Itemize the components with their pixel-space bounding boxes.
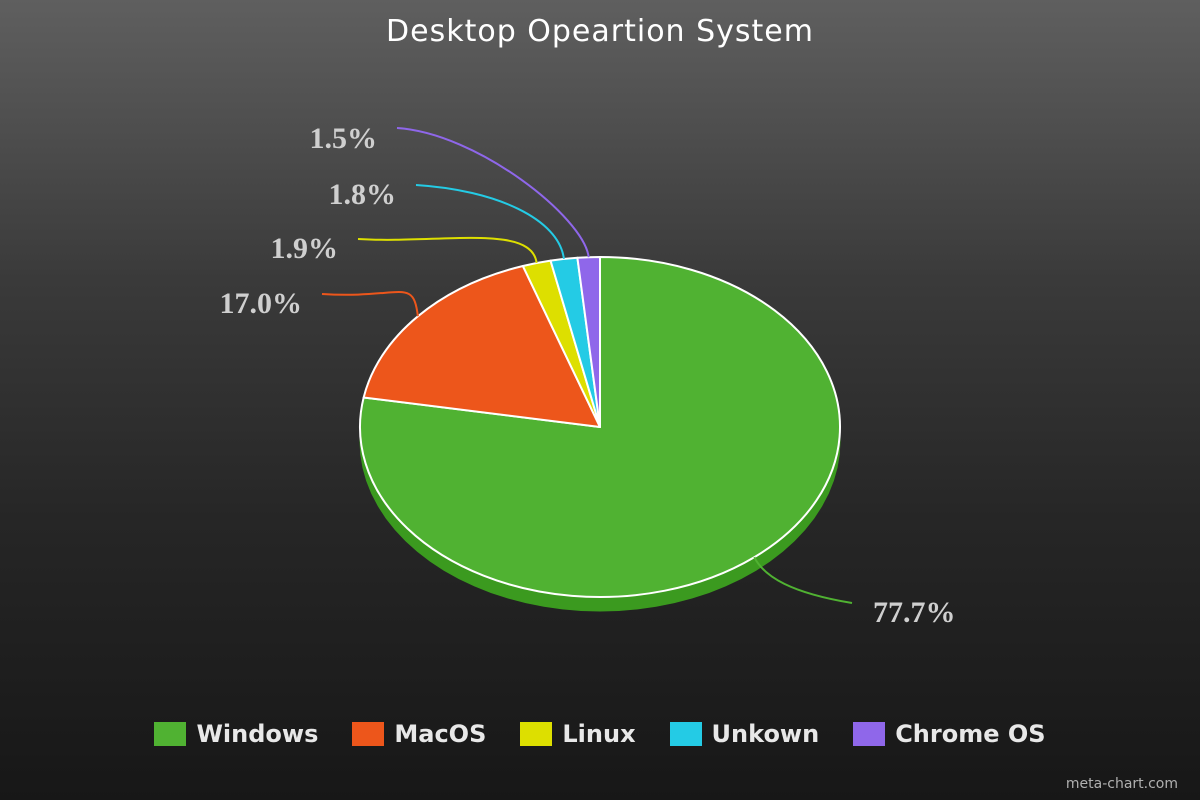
data-label-windows: 77.7% [873, 596, 956, 629]
legend-swatch-macos [352, 722, 385, 746]
legend-label-windows: Windows [196, 720, 319, 748]
chart-legend: Windows MacOS Linux Unkown Chrome OS [0, 720, 1200, 748]
data-label-linux: 1.9% [271, 232, 339, 265]
legend-swatch-windows [154, 722, 187, 746]
data-label-chrome-os: 1.5% [310, 122, 378, 155]
legend-swatch-linux [520, 722, 553, 746]
legend-swatch-unkown [669, 722, 702, 746]
leader-line-windows [753, 556, 853, 604]
legend-item-linux[interactable]: Linux [520, 720, 636, 748]
pie-chart: 77.7% 17.0% 1.9% 1.8% 1.5% [220, 122, 956, 629]
data-label-unkown: 1.8% [329, 178, 397, 211]
legend-label-linux: Linux [562, 720, 636, 748]
legend-item-windows[interactable]: Windows [154, 720, 318, 748]
legend-item-chrome-os[interactable]: Chrome OS [853, 720, 1046, 748]
legend-label-chrome-os: Chrome OS [895, 720, 1046, 748]
legend-item-unkown[interactable]: Unkown [669, 720, 820, 748]
leader-line-linux [357, 236, 538, 264]
data-label-macos: 17.0% [220, 287, 303, 320]
legend-label-unkown: Unkown [711, 720, 820, 748]
leader-line-macos [321, 291, 419, 317]
legend-item-macos[interactable]: MacOS [352, 720, 486, 748]
legend-swatch-chrome-os [853, 722, 886, 746]
credit-text[interactable]: meta-chart.com [1066, 776, 1178, 792]
legend-label-macos: MacOS [394, 720, 487, 748]
